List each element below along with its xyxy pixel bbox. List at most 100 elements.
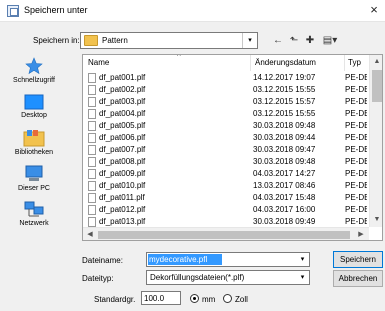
- place-quick-access[interactable]: Schnellzugriff: [4, 57, 64, 84]
- file-type: PE-DES: [345, 121, 367, 130]
- file-type: PE-DES: [345, 85, 367, 94]
- file-row[interactable]: df_pat006.plf 30.03.2018 09:44 PE-DES: [83, 132, 369, 144]
- window-title: Speichern unter: [24, 5, 88, 15]
- standard-size-label: Standardgr.: [94, 295, 136, 304]
- cancel-button[interactable]: Abbrechen: [333, 270, 383, 287]
- file-row[interactable]: df_pat010.plf 13.03.2017 08:46 PE-DES: [83, 180, 369, 192]
- place-libraries[interactable]: Bibliotheken: [4, 129, 64, 156]
- column-type[interactable]: Typ: [348, 58, 361, 67]
- place-label: Netzwerk: [19, 220, 49, 227]
- folder-icon: [84, 35, 98, 46]
- file-row[interactable]: df_pat005.plf 30.03.2018 09:48 PE-DES: [83, 120, 369, 132]
- file-row[interactable]: df_pat012.plf 04.03.2017 16:00 PE-DES: [83, 204, 369, 216]
- file-icon: [88, 217, 96, 227]
- close-button[interactable]: ×: [363, 0, 385, 22]
- network-icon: [24, 201, 44, 217]
- scroll-right-icon[interactable]: ▶: [354, 228, 368, 240]
- vertical-scrollbar[interactable]: ▲ ▼: [369, 55, 382, 227]
- file-row[interactable]: df_pat011.plf 04.03.2017 15:48 PE-DES: [83, 192, 369, 204]
- file-date: 30.03.2018 09:48: [253, 157, 316, 166]
- file-type: PE-DES: [345, 97, 367, 106]
- up-folder-icon[interactable]: ⬑: [286, 33, 302, 48]
- file-date: 03.12.2015 15:57: [253, 97, 316, 106]
- lookin-dropdown[interactable]: Pattern ▾: [80, 32, 258, 49]
- view-menu-icon[interactable]: ▤▾: [319, 33, 341, 48]
- file-type: PE-DES: [345, 181, 367, 190]
- file-date: 04.03.2017 16:00: [253, 205, 316, 214]
- file-icon: [88, 121, 96, 131]
- file-icon: [88, 133, 96, 143]
- file-type: PE-DES: [345, 73, 367, 82]
- unit-zoll-label[interactable]: Zoll: [235, 295, 248, 304]
- libraries-icon: [23, 130, 45, 147]
- file-type: PE-DES: [345, 157, 367, 166]
- file-row[interactable]: df_pat007.plf 30.03.2018 09:47 PE-DES: [83, 144, 369, 156]
- horizontal-scrollbar[interactable]: ◀ ▶: [83, 227, 369, 240]
- place-desktop[interactable]: Desktop: [4, 94, 64, 119]
- file-type: PE-DES: [345, 193, 367, 202]
- column-name[interactable]: Name: [88, 58, 109, 67]
- new-folder-icon[interactable]: ✚: [302, 33, 318, 48]
- place-label: Schnellzugriff: [13, 77, 55, 84]
- sort-ascending-icon: ^: [177, 54, 181, 61]
- column-date[interactable]: Änderungsdatum: [255, 58, 316, 67]
- file-name: df_pat007.plf: [99, 145, 146, 154]
- file-type: PE-DES: [345, 109, 367, 118]
- file-icon: [88, 169, 96, 179]
- file-row[interactable]: df_pat004.plf 03.12.2015 15:55 PE-DES: [83, 108, 369, 120]
- back-icon[interactable]: ←: [270, 33, 286, 48]
- file-icon: [88, 205, 96, 215]
- scroll-down-icon[interactable]: ▼: [370, 213, 382, 227]
- save-button[interactable]: Speichern: [333, 251, 383, 268]
- standard-size-input[interactable]: [141, 291, 181, 305]
- file-name: df_pat004.plf: [99, 109, 146, 118]
- scroll-left-icon[interactable]: ◀: [83, 228, 97, 240]
- file-name: df_pat002.plf: [99, 85, 146, 94]
- place-label: Dieser PC: [18, 185, 50, 192]
- scroll-up-icon[interactable]: ▲: [370, 55, 382, 69]
- file-list[interactable]: Name ^ Änderungsdatum Typ df_pat001.plf 1…: [82, 54, 383, 241]
- file-row[interactable]: df_pat009.plf 04.03.2017 14:27 PE-DES: [83, 168, 369, 180]
- chevron-down-icon[interactable]: ▾: [242, 33, 257, 48]
- file-name: df_pat013.plf: [99, 217, 146, 226]
- file-row[interactable]: df_pat001.plf 14.12.2017 19:07 PE-DES: [83, 72, 369, 84]
- file-date: 30.03.2018 09:49: [253, 217, 316, 226]
- file-name: df_pat011.plf: [99, 193, 145, 202]
- lookin-value: Pattern: [102, 36, 128, 45]
- unit-zoll-radio[interactable]: [223, 294, 232, 303]
- place-label: Bibliotheken: [14, 149, 54, 156]
- file-date: 04.03.2017 15:48: [253, 193, 316, 202]
- chevron-down-icon[interactable]: ▾: [296, 253, 309, 266]
- file-row[interactable]: df_pat003.plf 03.12.2015 15:57 PE-DES: [83, 96, 369, 108]
- file-icon: [88, 97, 96, 107]
- file-date: 30.03.2018 09:48: [253, 121, 316, 130]
- scroll-thumb[interactable]: [372, 70, 382, 102]
- file-row[interactable]: df_pat002.plf 03.12.2015 15:55 PE-DES: [83, 84, 369, 96]
- file-name: df_pat001.plf: [99, 73, 146, 82]
- unit-mm-radio[interactable]: [190, 294, 199, 303]
- file-icon: [88, 145, 96, 155]
- pc-icon: [25, 165, 43, 181]
- column-divider[interactable]: [344, 55, 345, 71]
- file-name: df_pat008.plf: [99, 157, 146, 166]
- file-type: PE-DES: [345, 133, 367, 142]
- file-date: 03.12.2015 15:55: [253, 109, 316, 118]
- scroll-thumb[interactable]: [98, 231, 350, 239]
- filename-input[interactable]: [148, 254, 222, 265]
- filename-combobox[interactable]: ▾: [146, 252, 310, 267]
- place-this-pc[interactable]: Dieser PC: [4, 165, 64, 192]
- filetype-dropdown[interactable]: Dekorfüllungsdateien(*.plf) ▾: [146, 270, 310, 285]
- place-network[interactable]: Netzwerk: [4, 200, 64, 227]
- chevron-down-icon[interactable]: ▾: [296, 271, 309, 284]
- app-icon: [7, 5, 19, 17]
- file-row[interactable]: df_pat008.plf 30.03.2018 09:48 PE-DES: [83, 156, 369, 168]
- unit-mm-label[interactable]: mm: [202, 295, 215, 304]
- file-name: df_pat012.plf: [99, 205, 146, 214]
- place-label: Desktop: [21, 112, 47, 119]
- file-icon: [88, 73, 96, 83]
- file-date: 30.03.2018 09:47: [253, 145, 316, 154]
- file-row[interactable]: df_pat013.plf 30.03.2018 09:49 PE-DES: [83, 216, 369, 227]
- file-type: PE-DES: [345, 145, 367, 154]
- file-type: PE-DES: [345, 217, 367, 226]
- column-divider[interactable]: [250, 55, 251, 71]
